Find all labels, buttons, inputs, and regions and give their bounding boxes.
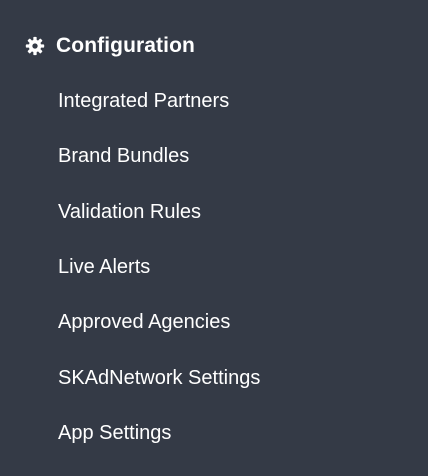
section-title: Configuration	[56, 34, 195, 57]
menu-item-integrated-partners[interactable]: Integrated Partners	[58, 74, 260, 129]
menu-item-skadnetwork-settings[interactable]: SKAdNetwork Settings	[58, 350, 260, 405]
sidebar-nav: Configuration Integrated Partners Brand …	[0, 0, 428, 476]
menu-item-brand-bundles[interactable]: Brand Bundles	[58, 129, 260, 184]
section-header-configuration[interactable]: Configuration	[24, 31, 195, 61]
menu-item-app-settings[interactable]: App Settings	[58, 406, 260, 461]
menu-item-live-alerts[interactable]: Live Alerts	[58, 240, 260, 295]
menu-item-validation-rules[interactable]: Validation Rules	[58, 185, 260, 240]
menu-item-approved-agencies[interactable]: Approved Agencies	[58, 295, 260, 350]
gear-icon	[24, 35, 46, 57]
configuration-menu: Integrated Partners Brand Bundles Valida…	[58, 74, 260, 461]
